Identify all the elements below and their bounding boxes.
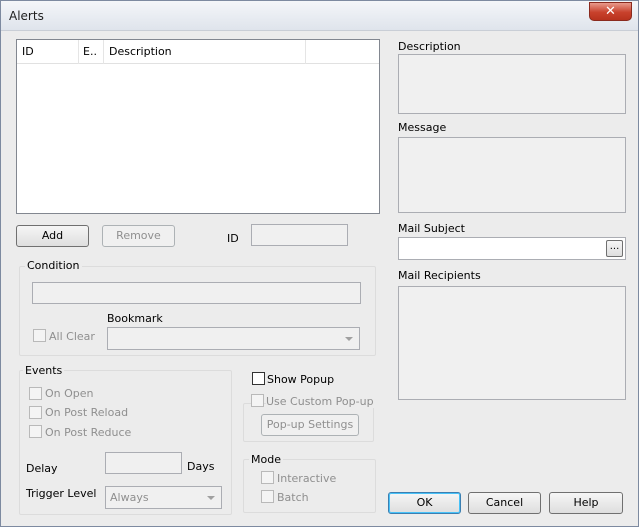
batch-label: Batch [277,491,309,504]
mail-subject-label: Mail Subject [398,222,465,235]
cancel-button[interactable]: Cancel [468,492,541,514]
mode-group [243,459,376,513]
title-bar: Alerts ✕ [1,1,638,31]
interactive-label: Interactive [277,472,337,485]
mode-title: Mode [249,453,283,466]
help-button[interactable]: Help [549,492,623,514]
mail-recipients-label: Mail Recipients [398,269,481,282]
delay-label: Delay [26,462,58,475]
id-label: ID [227,232,239,245]
condition-title: Condition [25,259,82,272]
description-field[interactable] [398,54,626,114]
remove-button[interactable]: Remove [102,225,175,247]
column-header-enabled[interactable]: E.. [79,40,104,64]
alert-list-header: ID E.. Description [17,40,379,64]
on-post-reduce-label: On Post Reduce [45,426,132,439]
bookmark-label: Bookmark [107,312,163,325]
id-field[interactable] [251,224,348,246]
show-popup-label: Show Popup [267,373,335,386]
close-icon: ✕ [605,4,616,19]
chevron-down-icon [207,496,215,500]
mail-subject-browse-button[interactable]: ... [606,240,623,257]
on-open-label: On Open [45,387,94,400]
trigger-level-label: Trigger Level [26,487,97,500]
trigger-level-dropdown[interactable]: Always [105,486,222,509]
condition-expression-field[interactable] [32,282,361,304]
use-custom-popup-label: Use Custom Pop-up [266,395,376,408]
window-title: Alerts [9,9,44,23]
close-button[interactable]: ✕ [589,2,632,21]
mail-recipients-field[interactable] [398,286,626,400]
bookmark-dropdown[interactable] [107,327,360,350]
use-custom-popup-checkbox[interactable] [251,394,264,407]
on-post-reload-checkbox[interactable] [29,406,42,419]
message-field[interactable] [398,137,626,213]
add-button[interactable]: Add [16,225,89,247]
delay-field[interactable] [105,452,182,474]
alerts-dialog: Alerts ✕ ID E.. Description Add Remove I… [0,0,639,527]
popup-settings-button[interactable]: Pop-up Settings [261,414,359,436]
column-header-description[interactable]: Description [104,40,306,64]
batch-checkbox[interactable] [261,490,274,503]
trigger-level-value: Always [110,491,149,504]
show-popup-checkbox[interactable] [252,372,265,385]
all-clear-checkbox[interactable] [33,329,46,342]
mail-subject-field[interactable]: ... [398,237,626,260]
on-post-reduce-checkbox[interactable] [29,425,42,438]
on-open-checkbox[interactable] [29,387,42,400]
interactive-checkbox[interactable] [261,471,274,484]
days-label: Days [187,460,215,473]
events-title: Events [23,364,65,377]
alert-list[interactable]: ID E.. Description [16,39,380,214]
column-header-id[interactable]: ID [17,40,79,64]
on-post-reload-label: On Post Reload [45,406,129,419]
all-clear-label: All Clear [49,330,95,343]
chevron-down-icon [345,337,353,341]
description-label: Description [398,40,461,53]
column-header-empty [306,40,379,64]
message-label: Message [398,121,447,134]
ok-button[interactable]: OK [388,492,461,514]
